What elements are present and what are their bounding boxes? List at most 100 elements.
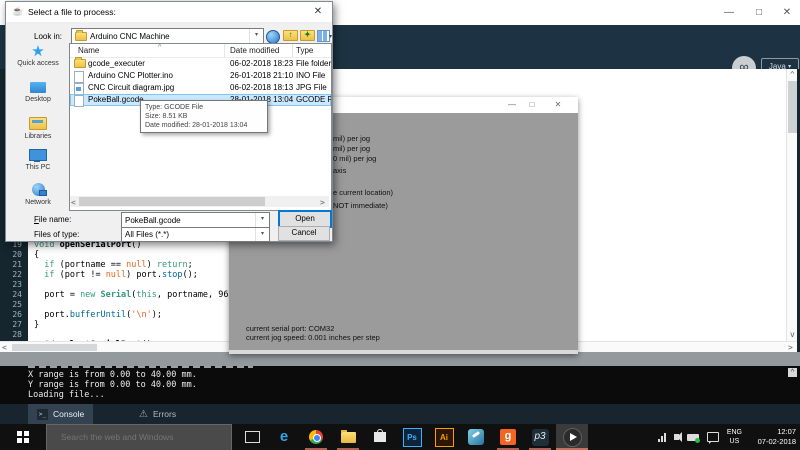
- desktop-screen: — □ ✕ ∞ Java ▾ 1920212223242526272829 vo…: [0, 0, 800, 450]
- sidebar-item-label: Desktop: [8, 96, 68, 103]
- sketch-maximize-icon[interactable]: □: [523, 99, 541, 111]
- dialog-close-icon[interactable]: ✕: [309, 5, 327, 19]
- taskbar-illustrator-button[interactable]: Ai: [428, 424, 460, 450]
- sidebar-item-label: Libraries: [8, 133, 68, 140]
- file-name-value: PokeBall.gcode: [125, 216, 181, 225]
- sketch-close-icon[interactable]: ✕: [549, 99, 567, 111]
- taskbar-processing-button[interactable]: p3: [524, 424, 556, 450]
- tab-console[interactable]: >_ Console: [28, 404, 93, 424]
- scroll-right-icon[interactable]: >: [320, 198, 325, 208]
- scroll-up-icon[interactable]: ^: [790, 70, 795, 80]
- edge-icon: e: [280, 429, 288, 445]
- illustrator-icon: Ai: [435, 428, 454, 447]
- ide-minimize-icon[interactable]: —: [718, 6, 740, 20]
- file-icon: [74, 95, 84, 107]
- chrome-icon: [309, 430, 323, 444]
- console-scroll-up-icon[interactable]: ^: [788, 368, 797, 377]
- sidebar-item-label: This PC: [8, 164, 68, 171]
- processing-icon: p3: [532, 429, 549, 446]
- sketch-help-line: mil) per jog: [333, 144, 370, 153]
- ide-bottom-tabbar: >_ Console ⚠ Errors: [0, 404, 800, 424]
- scrollbar-thumb[interactable]: [788, 81, 797, 133]
- taskbar: e Ps Ai g p3 ENG US 12:07 07-02-2018: [0, 424, 800, 450]
- sidebar-item-desktop[interactable]: Desktop: [8, 82, 68, 103]
- scrollbar-thumb[interactable]: [12, 344, 97, 351]
- column-divider: [224, 44, 225, 57]
- sidebar-item-this-pc[interactable]: This PC: [8, 149, 68, 171]
- up-one-level-icon[interactable]: ↑: [283, 30, 298, 41]
- taskbar-chrome-button[interactable]: [300, 424, 332, 450]
- sidebar-item-quick-access[interactable]: ★Quick access: [8, 45, 68, 67]
- sidebar-item-libraries[interactable]: Libraries: [8, 117, 68, 140]
- sketch-help-line: NOT immediate): [333, 201, 388, 210]
- dialog-titlebar[interactable]: ☕ Select a file to process: ✕: [6, 2, 332, 22]
- taskbar-task-view-button[interactable]: [236, 424, 268, 450]
- file-date: 26-01-2018 21:10: [230, 71, 293, 80]
- tab-errors[interactable]: ⚠ Errors: [130, 404, 185, 424]
- column-type[interactable]: Type: [296, 46, 313, 55]
- ide-message-strip: [0, 352, 800, 366]
- taskbar-file-explorer-button[interactable]: [332, 424, 364, 450]
- chevron-down-icon: ▾: [255, 213, 269, 227]
- line-number: 20: [2, 250, 22, 259]
- files-of-type-combobox[interactable]: All Files (*.*) ▾: [121, 227, 270, 242]
- sketch-minimize-icon[interactable]: —: [503, 99, 521, 111]
- column-divider: [292, 44, 293, 57]
- scrollbar-thumb[interactable]: [79, 197, 265, 206]
- file-row[interactable]: Arduino CNC Plotter.ino26-01-2018 21:10I…: [70, 70, 331, 82]
- volume-icon[interactable]: [674, 434, 679, 440]
- column-date[interactable]: Date modified: [230, 46, 279, 55]
- list-horizontal-scrollbar[interactable]: < >: [70, 196, 329, 207]
- go-to-last-folder-icon[interactable]: [266, 30, 280, 44]
- photoshop-icon: Ps: [403, 428, 422, 447]
- file-row[interactable]: gcode_executer06-02-2018 18:23File folde…: [70, 58, 331, 70]
- file-row[interactable]: CNC Circuit diagram.jpg06-02-2018 18:13J…: [70, 82, 331, 94]
- sketch-help-line: axis: [333, 166, 346, 175]
- taskbar-blue-app-button[interactable]: [460, 424, 492, 450]
- line-number: 22: [2, 270, 22, 279]
- ide-close-icon[interactable]: ✕: [776, 6, 798, 20]
- new-folder-icon[interactable]: ✦: [300, 30, 315, 41]
- file-name: CNC Circuit diagram.jpg: [88, 83, 174, 92]
- console-line: X range is from 0.00 to 40.00 mm.: [28, 370, 197, 380]
- network-icon[interactable]: [658, 433, 666, 442]
- taskbar-java-sketch-button[interactable]: [556, 424, 588, 450]
- clock[interactable]: 12:07 07-02-2018: [750, 427, 796, 447]
- language-indicator[interactable]: ENG US: [727, 428, 742, 446]
- blue-app-icon: [468, 429, 484, 445]
- taskbar-search[interactable]: [46, 424, 232, 450]
- cancel-button[interactable]: Cancel: [278, 226, 330, 241]
- code-line: }: [34, 320, 39, 330]
- file-name-combobox[interactable]: PokeBall.gcode ▾: [121, 212, 270, 228]
- taskbar-edge-button[interactable]: e: [268, 424, 300, 450]
- sketch-help-line: 0 mil) per jog: [333, 154, 376, 163]
- sketch-status-line: current serial port: COM32: [246, 324, 334, 333]
- search-input[interactable]: [47, 431, 223, 443]
- battery-icon[interactable]: [687, 434, 699, 441]
- taskbar-g-app-button[interactable]: g: [492, 424, 524, 450]
- code-line: {: [34, 250, 39, 260]
- scroll-left-icon[interactable]: <: [71, 198, 76, 208]
- column-name[interactable]: Name: [78, 46, 99, 55]
- console-output[interactable]: X range is from 0.00 to 40.00 mm.Y range…: [0, 366, 800, 404]
- code-line: port = new Serial(this, portname, 9600);: [34, 290, 249, 300]
- dialog-sidebar: ★Quick access Desktop Libraries This PC Netw…: [8, 45, 68, 213]
- notification-icon[interactable]: [707, 432, 719, 442]
- quick-access-icon: ★: [31, 45, 44, 59]
- ide-maximize-icon[interactable]: □: [748, 6, 770, 20]
- start-button[interactable]: [0, 424, 46, 450]
- taskbar-photoshop-button[interactable]: Ps: [396, 424, 428, 450]
- sidebar-item-network[interactable]: Network: [8, 183, 68, 206]
- file-type: JPG File: [296, 83, 327, 92]
- console-icon: >_: [37, 409, 48, 420]
- folder-icon: [74, 59, 86, 68]
- chevron-down-icon[interactable]: ▾: [329, 33, 332, 40]
- taskbar-store-button[interactable]: [364, 424, 396, 450]
- line-number: 24: [2, 290, 22, 299]
- sort-caret-icon: ^: [158, 44, 161, 51]
- look-in-label: Look in:: [34, 32, 62, 41]
- file-tooltip: Type: GCODE FileSize: 8.51 KBDate modifi…: [140, 100, 268, 133]
- list-header: Name ^ Date modified Type: [70, 44, 331, 58]
- scroll-down-icon[interactable]: v: [790, 330, 795, 340]
- look-in-value: Arduino CNC Machine: [90, 32, 170, 41]
